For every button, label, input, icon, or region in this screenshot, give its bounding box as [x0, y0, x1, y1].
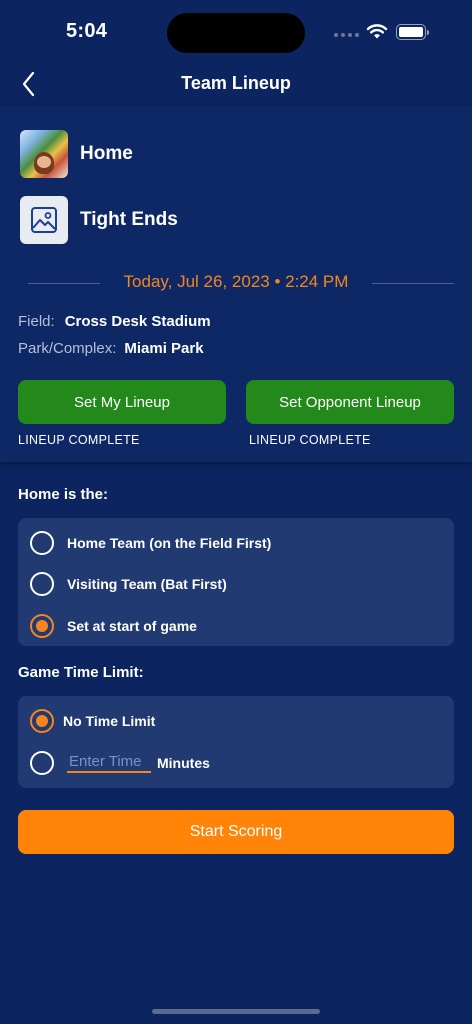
minutes-label: Minutes: [157, 755, 210, 771]
radio-button[interactable]: [30, 572, 54, 596]
home-is-options-panel: Home Team (on the Field First) Visiting …: [18, 518, 454, 646]
option-home-team[interactable]: Home Team (on the Field First): [30, 531, 271, 555]
game-date-row: Today, Jul 26, 2023 • 2:24 PM: [18, 272, 454, 294]
time-limit-label: Game Time Limit:: [18, 664, 144, 681]
battery-icon: [396, 24, 429, 40]
park-value: Miami Park: [124, 340, 204, 357]
opponent-team-name: Tight Ends: [80, 209, 178, 230]
option-custom-time[interactable]: Minutes: [30, 751, 210, 775]
page-title: Team Lineup: [181, 73, 291, 93]
opponent-team-row: Tight Ends: [20, 196, 178, 244]
cellular-signal-icon: [334, 33, 359, 37]
field-label: Field:: [18, 313, 55, 330]
time-limit-input[interactable]: [67, 753, 151, 773]
park-info: Park/Complex: Miami Park: [18, 340, 204, 357]
set-opponent-lineup-button[interactable]: Set Opponent Lineup: [246, 380, 454, 424]
radio-button-selected[interactable]: [30, 709, 54, 733]
nav-bar: Team Lineup: [0, 62, 472, 106]
option-label: No Time Limit: [63, 713, 156, 729]
set-my-lineup-button[interactable]: Set My Lineup: [18, 380, 226, 424]
radio-button-selected[interactable]: [30, 614, 54, 638]
opponent-team-avatar: [20, 196, 68, 244]
option-label: Visiting Team (Bat First): [67, 576, 227, 592]
field-value: Cross Desk Stadium: [64, 313, 211, 330]
radio-button[interactable]: [30, 751, 54, 775]
dynamic-island: [167, 13, 305, 53]
divider: [372, 283, 454, 284]
radio-button[interactable]: [30, 531, 54, 555]
home-team-avatar: [20, 130, 68, 178]
field-info: Field: Cross Desk Stadium: [18, 313, 211, 330]
image-placeholder-icon: [31, 207, 57, 233]
option-visiting-team[interactable]: Visiting Team (Bat First): [30, 572, 227, 596]
game-datetime: Today, Jul 26, 2023 • 2:24 PM: [123, 272, 349, 291]
opponent-lineup-status: LINEUP COMPLETE: [249, 433, 371, 447]
option-set-at-start[interactable]: Set at start of game: [30, 614, 197, 638]
start-scoring-button[interactable]: Start Scoring: [18, 810, 454, 854]
status-bar: 5:04: [0, 0, 472, 62]
park-label: Park/Complex:: [18, 340, 117, 357]
home-is-label: Home is the:: [18, 486, 109, 503]
option-label: Set at start of game: [67, 618, 197, 634]
wifi-icon: [366, 24, 388, 39]
my-lineup-status: LINEUP COMPLETE: [18, 433, 140, 447]
option-label: Home Team (on the Field First): [67, 535, 272, 551]
home-team-name: Home: [80, 143, 133, 164]
game-info-card: Home Tight Ends Today, Jul 26, 2023 • 2:…: [0, 106, 472, 462]
time-limit-panel: No Time Limit Minutes: [18, 696, 454, 788]
option-no-time-limit[interactable]: No Time Limit: [30, 709, 155, 733]
home-indicator: [152, 1009, 320, 1014]
home-team-row: Home: [20, 130, 133, 178]
status-time: 5:04: [66, 20, 108, 42]
